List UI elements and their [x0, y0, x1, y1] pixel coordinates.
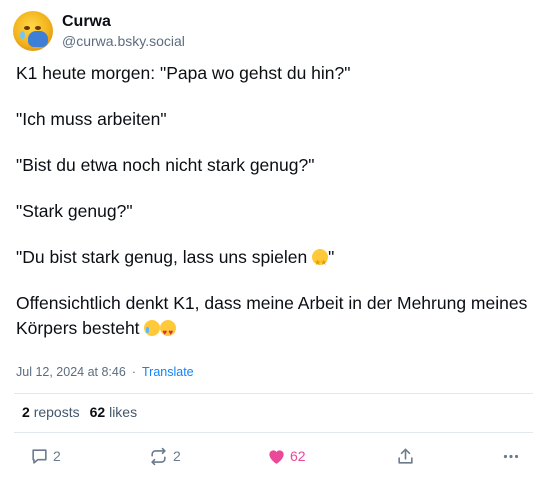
- likes-label: likes: [109, 404, 138, 420]
- post-paragraph-text: "Du bist stark genug, lass uns spielen: [16, 247, 313, 267]
- reply-icon: [30, 447, 49, 466]
- post-paragraph-text: Offensichtlich denkt K1, dass meine Arbe…: [16, 293, 533, 338]
- engagement-stats: 2 reposts 62 likes: [22, 404, 137, 420]
- avatar[interactable]: [13, 11, 53, 51]
- heart-icon: [267, 447, 286, 465]
- divider: [14, 393, 533, 394]
- post-paragraph: "Stark genug?": [16, 201, 133, 221]
- heart-eyes-emoji: [160, 320, 177, 345]
- reposts-stat[interactable]: 2 reposts: [22, 404, 80, 420]
- likes-count: 62: [89, 404, 106, 420]
- post-paragraph: Offensichtlich denkt K1, dass meine Arbe…: [16, 291, 533, 345]
- post-paragraph: "Bist du etwa noch nicht stark genug?": [16, 155, 315, 175]
- avatar-hand: [28, 31, 48, 47]
- post-card: Curwa @curwa.bsky.social K1 heute morgen…: [0, 0, 550, 479]
- like-count: 62: [290, 448, 306, 464]
- avatar-eye: [24, 26, 30, 30]
- more-icon: [501, 447, 521, 466]
- crying-face-emoji: [144, 320, 161, 336]
- divider: [14, 432, 533, 433]
- post-paragraph: "Du bist stark genug, lass uns spielen ": [16, 245, 531, 275]
- author-info: Curwa @curwa.bsky.social: [62, 12, 185, 50]
- action-bar: 2 2 62: [0, 442, 550, 470]
- quote-close: ": [328, 247, 335, 267]
- post-paragraph: K1 heute morgen: "Papa wo gehst du hin?": [16, 63, 351, 83]
- share-icon: [396, 447, 415, 466]
- post-meta: Jul 12, 2024 at 8:46 · Translate: [16, 365, 194, 379]
- like-button[interactable]: 62: [267, 442, 306, 470]
- meta-separator: ·: [131, 365, 136, 379]
- translate-link[interactable]: Translate: [142, 365, 194, 379]
- star-struck-emoji: [312, 249, 329, 275]
- post-paragraph: "Ich muss arbeiten": [16, 109, 167, 129]
- repost-button[interactable]: 2: [148, 442, 181, 470]
- reposts-count: 2: [22, 404, 30, 420]
- likes-stat[interactable]: 62 likes: [90, 404, 137, 420]
- post-text: K1 heute morgen: "Papa wo gehst du hin?"…: [16, 61, 533, 345]
- author-display-name[interactable]: Curwa: [62, 12, 185, 32]
- avatar-eye: [35, 26, 41, 30]
- share-button[interactable]: [396, 442, 415, 470]
- post-timestamp[interactable]: Jul 12, 2024 at 8:46: [16, 365, 126, 379]
- post-header: Curwa @curwa.bsky.social: [13, 11, 185, 51]
- more-button[interactable]: [501, 442, 521, 470]
- repost-count: 2: [173, 448, 181, 464]
- reply-count: 2: [53, 448, 61, 464]
- reply-button[interactable]: 2: [30, 442, 61, 470]
- repost-icon: [148, 447, 169, 466]
- avatar-tear: [20, 31, 25, 39]
- author-handle[interactable]: @curwa.bsky.social: [62, 32, 185, 50]
- reposts-label: reposts: [33, 404, 80, 420]
